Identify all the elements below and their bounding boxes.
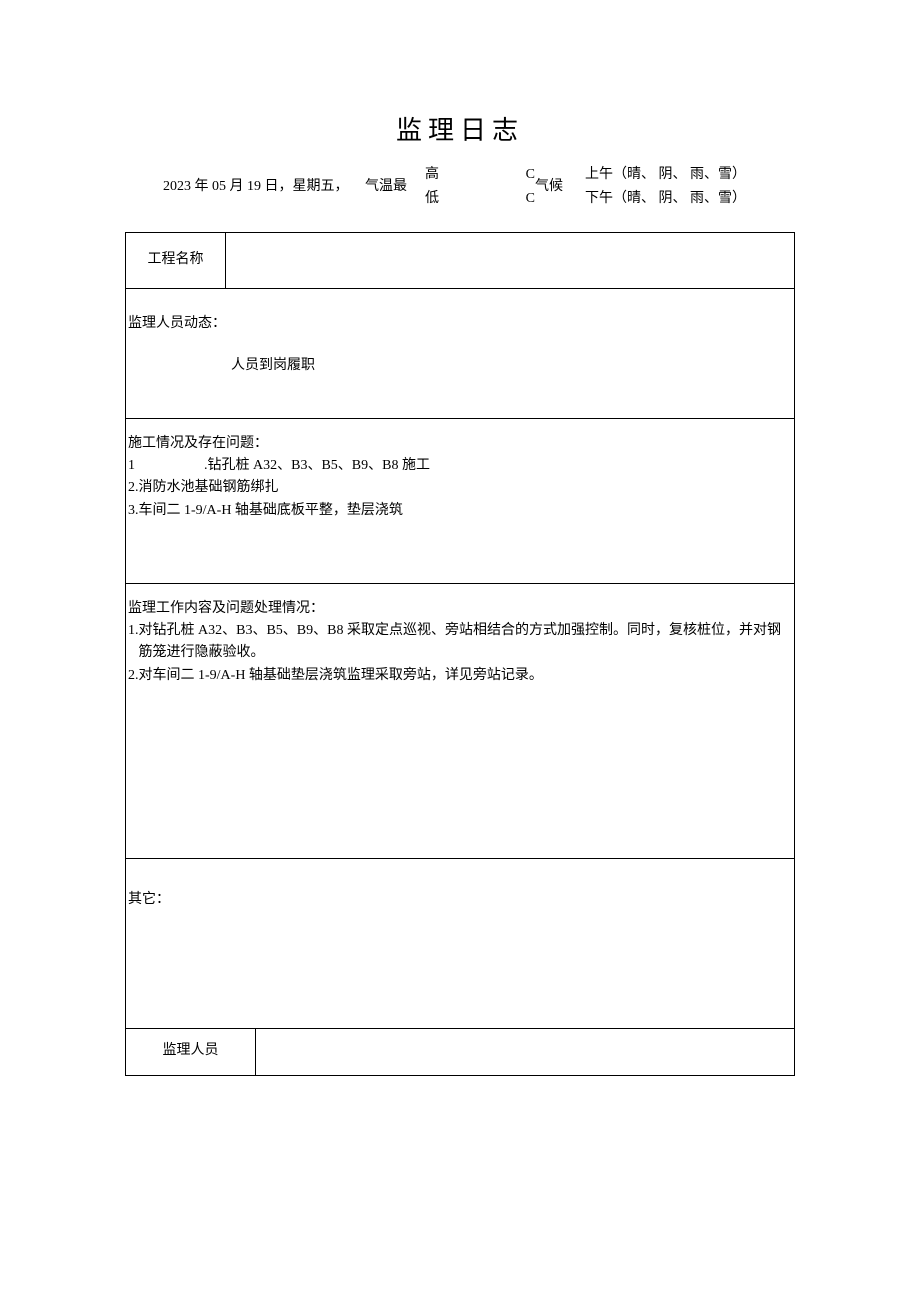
item-number: 2. (128, 477, 139, 499)
item-text: 对车间二 1-9/A-H 轴基础垫层浇筑监理采取旁站，详见旁站记录。 (139, 665, 543, 687)
construction-heading: 施工情况及存在问题： (128, 433, 792, 455)
personnel-section: 监理人员动态： 人员到岗履职 (126, 289, 794, 419)
list-item: 3. 车间二 1-9/A-H 轴基础底板平整，垫层浇筑 (128, 500, 792, 522)
temp-high-label: 高 (425, 164, 439, 186)
project-name-value (226, 233, 794, 288)
item-text: 消防水池基础钢筋绑扎 (139, 477, 279, 499)
list-item: 1. 对钻孔桩 A32、B3、B5、B9、B8 采取定点巡视、旁站相结合的方式加… (128, 620, 792, 665)
supervision-heading: 监理工作内容及问题处理情况： (128, 598, 792, 620)
climate-pm: 下午（晴、 阴、 雨、雪） (585, 188, 795, 212)
list-item: 2. 消防水池基础钢筋绑扎 (128, 477, 792, 499)
item-number: 3. (128, 500, 139, 522)
other-heading: 其它： (128, 889, 792, 911)
project-name-label: 工程名称 (126, 233, 226, 288)
item-text: .钻孔桩 A32、B3、B5、B9、B8 施工 (204, 455, 430, 477)
temperature-label: 气温最 (365, 176, 425, 198)
item-number: 1. (128, 620, 139, 665)
date-text: 2023 年 05 月 19 日，星期五， (125, 176, 365, 198)
climate-am: 上午（晴、 阴、 雨、雪） (585, 164, 795, 188)
climate-label: 气候 (535, 176, 585, 198)
item-number: 2. (128, 665, 139, 687)
list-item: 2. 对车间二 1-9/A-H 轴基础垫层浇筑监理采取旁站，详见旁站记录。 (128, 665, 792, 687)
project-row: 工程名称 (126, 233, 794, 289)
signature-value (256, 1029, 794, 1075)
signature-label: 监理人员 (126, 1029, 256, 1075)
temperature-block: 高 C 低 C (425, 164, 535, 212)
personnel-content: 人员到岗履职 (128, 355, 792, 377)
supervision-section: 监理工作内容及问题处理情况： 1. 对钻孔桩 A32、B3、B5、B9、B8 采… (126, 584, 794, 859)
item-number: 1 (128, 455, 204, 477)
other-section: 其它： (126, 859, 794, 1029)
temp-high-unit: C (526, 164, 535, 186)
temp-low-label: 低 (425, 188, 439, 210)
item-text: 车间二 1-9/A-H 轴基础底板平整，垫层浇筑 (139, 500, 403, 522)
signature-row: 监理人员 (126, 1029, 794, 1075)
main-table: 工程名称 监理人员动态： 人员到岗履职 施工情况及存在问题： 1 .钻孔桩 A3… (125, 232, 795, 1076)
item-text: 对钻孔桩 A32、B3、B5、B9、B8 采取定点巡视、旁站相结合的方式加强控制… (139, 620, 793, 665)
personnel-heading: 监理人员动态： (128, 313, 792, 335)
page-title: 监理日志 (125, 110, 795, 152)
list-item: 1 .钻孔桩 A32、B3、B5、B9、B8 施工 (128, 455, 792, 477)
temp-low-unit: C (526, 188, 535, 210)
header-info: 2023 年 05 月 19 日，星期五， 气温最 高 C 低 C 气候 上午（… (125, 164, 795, 212)
climate-block: 上午（晴、 阴、 雨、雪） 下午（晴、 阴、 雨、雪） (585, 164, 795, 212)
construction-section: 施工情况及存在问题： 1 .钻孔桩 A32、B3、B5、B9、B8 施工 2. … (126, 419, 794, 584)
